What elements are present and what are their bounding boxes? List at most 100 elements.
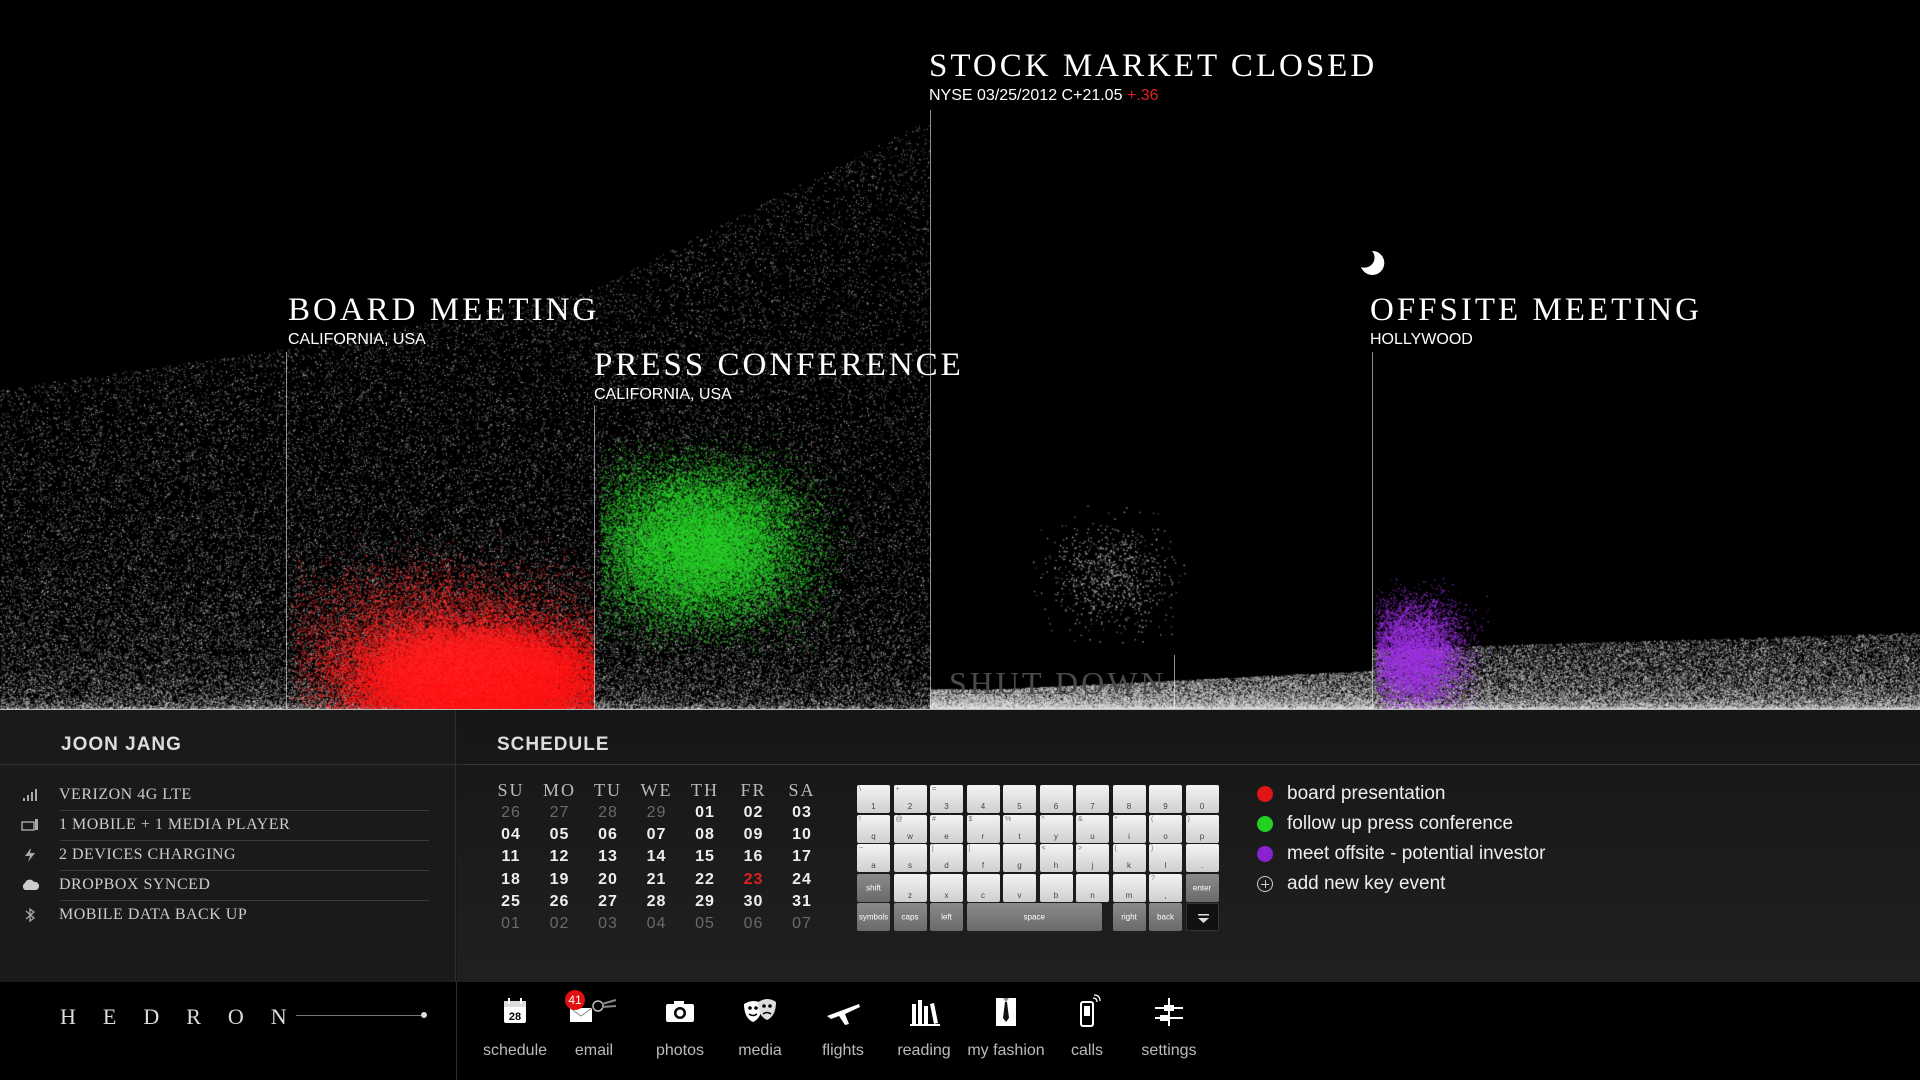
calendar-day[interactable]: 17	[778, 848, 826, 866]
calendar-day[interactable]: 30	[730, 893, 778, 911]
dock-app-my-fashion[interactable]: my fashion	[966, 988, 1046, 1072]
shift-key[interactable]: shift	[857, 873, 890, 902]
calendar-day[interactable]: 04	[487, 826, 535, 844]
calendar-day[interactable]: 03	[584, 915, 632, 933]
calendar-day[interactable]: 03	[778, 804, 826, 822]
calendar-day[interactable]: 19	[536, 871, 584, 889]
caps-key[interactable]: caps	[893, 903, 927, 931]
calendar-day[interactable]: 28	[584, 804, 632, 822]
calendar-day[interactable]: 20	[584, 871, 632, 889]
keyboard-key[interactable]: & u	[1076, 814, 1109, 843]
calendar-day[interactable]: 16	[730, 848, 778, 866]
keyboard-key[interactable]: (o	[1149, 814, 1182, 843]
keyboard-key[interactable]: ] f	[966, 844, 1000, 872]
dock-app-schedule[interactable]: 28 schedule	[475, 988, 555, 1072]
calendar-day[interactable]: 25	[487, 893, 535, 911]
keyboard-key[interactable]: b	[1039, 873, 1073, 902]
calendar-day[interactable]: 02	[730, 804, 778, 822]
dock-app-calls[interactable]: calls	[1047, 988, 1127, 1072]
keyboard-key[interactable]: } l	[1149, 844, 1182, 872]
keyboard-key[interactable]: 4	[966, 785, 1000, 813]
keyboard-key[interactable]: # e	[930, 814, 963, 843]
calendar-day[interactable]: 01	[681, 804, 729, 822]
space-key[interactable]: space	[966, 903, 1102, 931]
calendar-day[interactable]: 13	[584, 848, 632, 866]
keyboard-key[interactable]: 8	[1112, 785, 1146, 813]
keyboard-key[interactable]: {k	[1112, 844, 1146, 872]
key-event-offsite[interactable]: meet offsite - potential investor	[1257, 842, 1545, 866]
keyboard-key[interactable]: ) p	[1185, 814, 1219, 843]
keyboard-key[interactable]: m	[1112, 873, 1146, 902]
calendar-day[interactable]: 06	[584, 826, 632, 844]
keyboard-key[interactable]: ^ y	[1039, 814, 1073, 843]
keyboard-key[interactable]: .	[1185, 844, 1219, 872]
dock-app-flights[interactable]: flights	[803, 988, 883, 1072]
calendar-day[interactable]: 28	[633, 893, 681, 911]
calendar-day[interactable]: 26	[487, 804, 535, 822]
press-conference-event[interactable]: PRESS CONFERENCE CALIFORNIA, USA	[594, 347, 964, 404]
keyboard-key[interactable]: 9	[1149, 785, 1182, 813]
keyboard-key[interactable]: < h	[1039, 844, 1073, 872]
keyboard-key[interactable]: 6	[1039, 785, 1073, 813]
dock-app-media[interactable]: media	[720, 988, 800, 1072]
calendar-day[interactable]: 02	[536, 915, 584, 933]
calendar-day[interactable]: 05	[681, 915, 729, 933]
calendar-day[interactable]: 05	[536, 826, 584, 844]
backspace-key[interactable]: back	[1149, 903, 1182, 931]
keyboard-key[interactable]: 7	[1076, 785, 1109, 813]
calendar-day[interactable]: 06	[730, 915, 778, 933]
offsite-meeting-event[interactable]: OFFSITE MEETING HOLLYWOOD	[1370, 292, 1702, 349]
keyboard-key[interactable]: = 3	[930, 785, 963, 813]
symbols-key[interactable]: symbols	[857, 903, 890, 931]
calendar-day[interactable]: 10	[778, 826, 826, 844]
calendar-day[interactable]: 09	[730, 826, 778, 844]
keyboard-key[interactable]: 5	[1003, 785, 1036, 813]
shutdown-label[interactable]: SHUT DOWN	[949, 665, 1167, 702]
dock-app-email[interactable]: 41 email	[554, 988, 634, 1072]
keyboard-key[interactable]: ~ a	[857, 844, 890, 872]
calendar-day[interactable]: 15	[681, 848, 729, 866]
calendar-day[interactable]: 21	[633, 871, 681, 889]
calendar-day[interactable]: 31	[778, 893, 826, 911]
left-arrow-key[interactable]: left	[930, 903, 963, 931]
calendar-day[interactable]: 22	[681, 871, 729, 889]
right-arrow-key[interactable]: right	[1112, 903, 1146, 931]
calendar-day[interactable]: 29	[681, 893, 729, 911]
calendar-day[interactable]: 08	[681, 826, 729, 844]
keyboard-key[interactable]: $ r	[966, 814, 1000, 843]
keyboard-key[interactable]: * i	[1112, 814, 1146, 843]
calendar-day[interactable]: 11	[487, 848, 535, 866]
calendar-day[interactable]: 26	[536, 893, 584, 911]
calendar-day[interactable]: 14	[633, 848, 681, 866]
keyboard-key[interactable]: [d	[930, 844, 963, 872]
calendar-day-today[interactable]: 23	[730, 871, 778, 889]
keyboard-key[interactable]: 0	[1185, 785, 1219, 813]
keyboard-key[interactable]: ! q	[857, 814, 890, 843]
calendar-day[interactable]: 27	[536, 804, 584, 822]
keyboard-key[interactable]: z	[893, 873, 927, 902]
dock-app-settings[interactable]: settings	[1129, 988, 1209, 1072]
calendar-day[interactable]: 27	[584, 893, 632, 911]
calendar-day[interactable]: 12	[536, 848, 584, 866]
calendar-day[interactable]: 07	[778, 915, 826, 933]
keyboard-key[interactable]: v	[1003, 873, 1036, 902]
keyboard-key[interactable]: ?,	[1149, 873, 1182, 902]
dock-app-photos[interactable]: photos	[640, 988, 720, 1072]
enter-key[interactable]: enter	[1185, 873, 1219, 902]
keyboard-key[interactable]: +2	[893, 785, 927, 813]
keyboard-key[interactable]: s	[893, 844, 927, 872]
keyboard-key[interactable]: n	[1076, 873, 1109, 902]
keyboard-key[interactable]: > j	[1076, 844, 1109, 872]
hide-keyboard-button[interactable]	[1185, 903, 1219, 931]
calendar-day[interactable]: 01	[487, 915, 535, 933]
keyboard-key[interactable]: g	[1003, 844, 1036, 872]
dock-app-reading[interactable]: reading	[884, 988, 964, 1072]
calendar-day[interactable]: 18	[487, 871, 535, 889]
board-meeting-event[interactable]: BOARD MEETING CALIFORNIA, USA	[288, 292, 599, 349]
key-event-press-followup[interactable]: follow up press conference	[1257, 812, 1513, 836]
add-key-event-button[interactable]: add new key event	[1257, 872, 1445, 896]
calendar-day[interactable]: 24	[778, 871, 826, 889]
keyboard-key[interactable]: % t	[1003, 814, 1036, 843]
keyboard-key[interactable]: \ 1	[857, 785, 890, 813]
keyboard-key[interactable]: c	[966, 873, 1000, 902]
